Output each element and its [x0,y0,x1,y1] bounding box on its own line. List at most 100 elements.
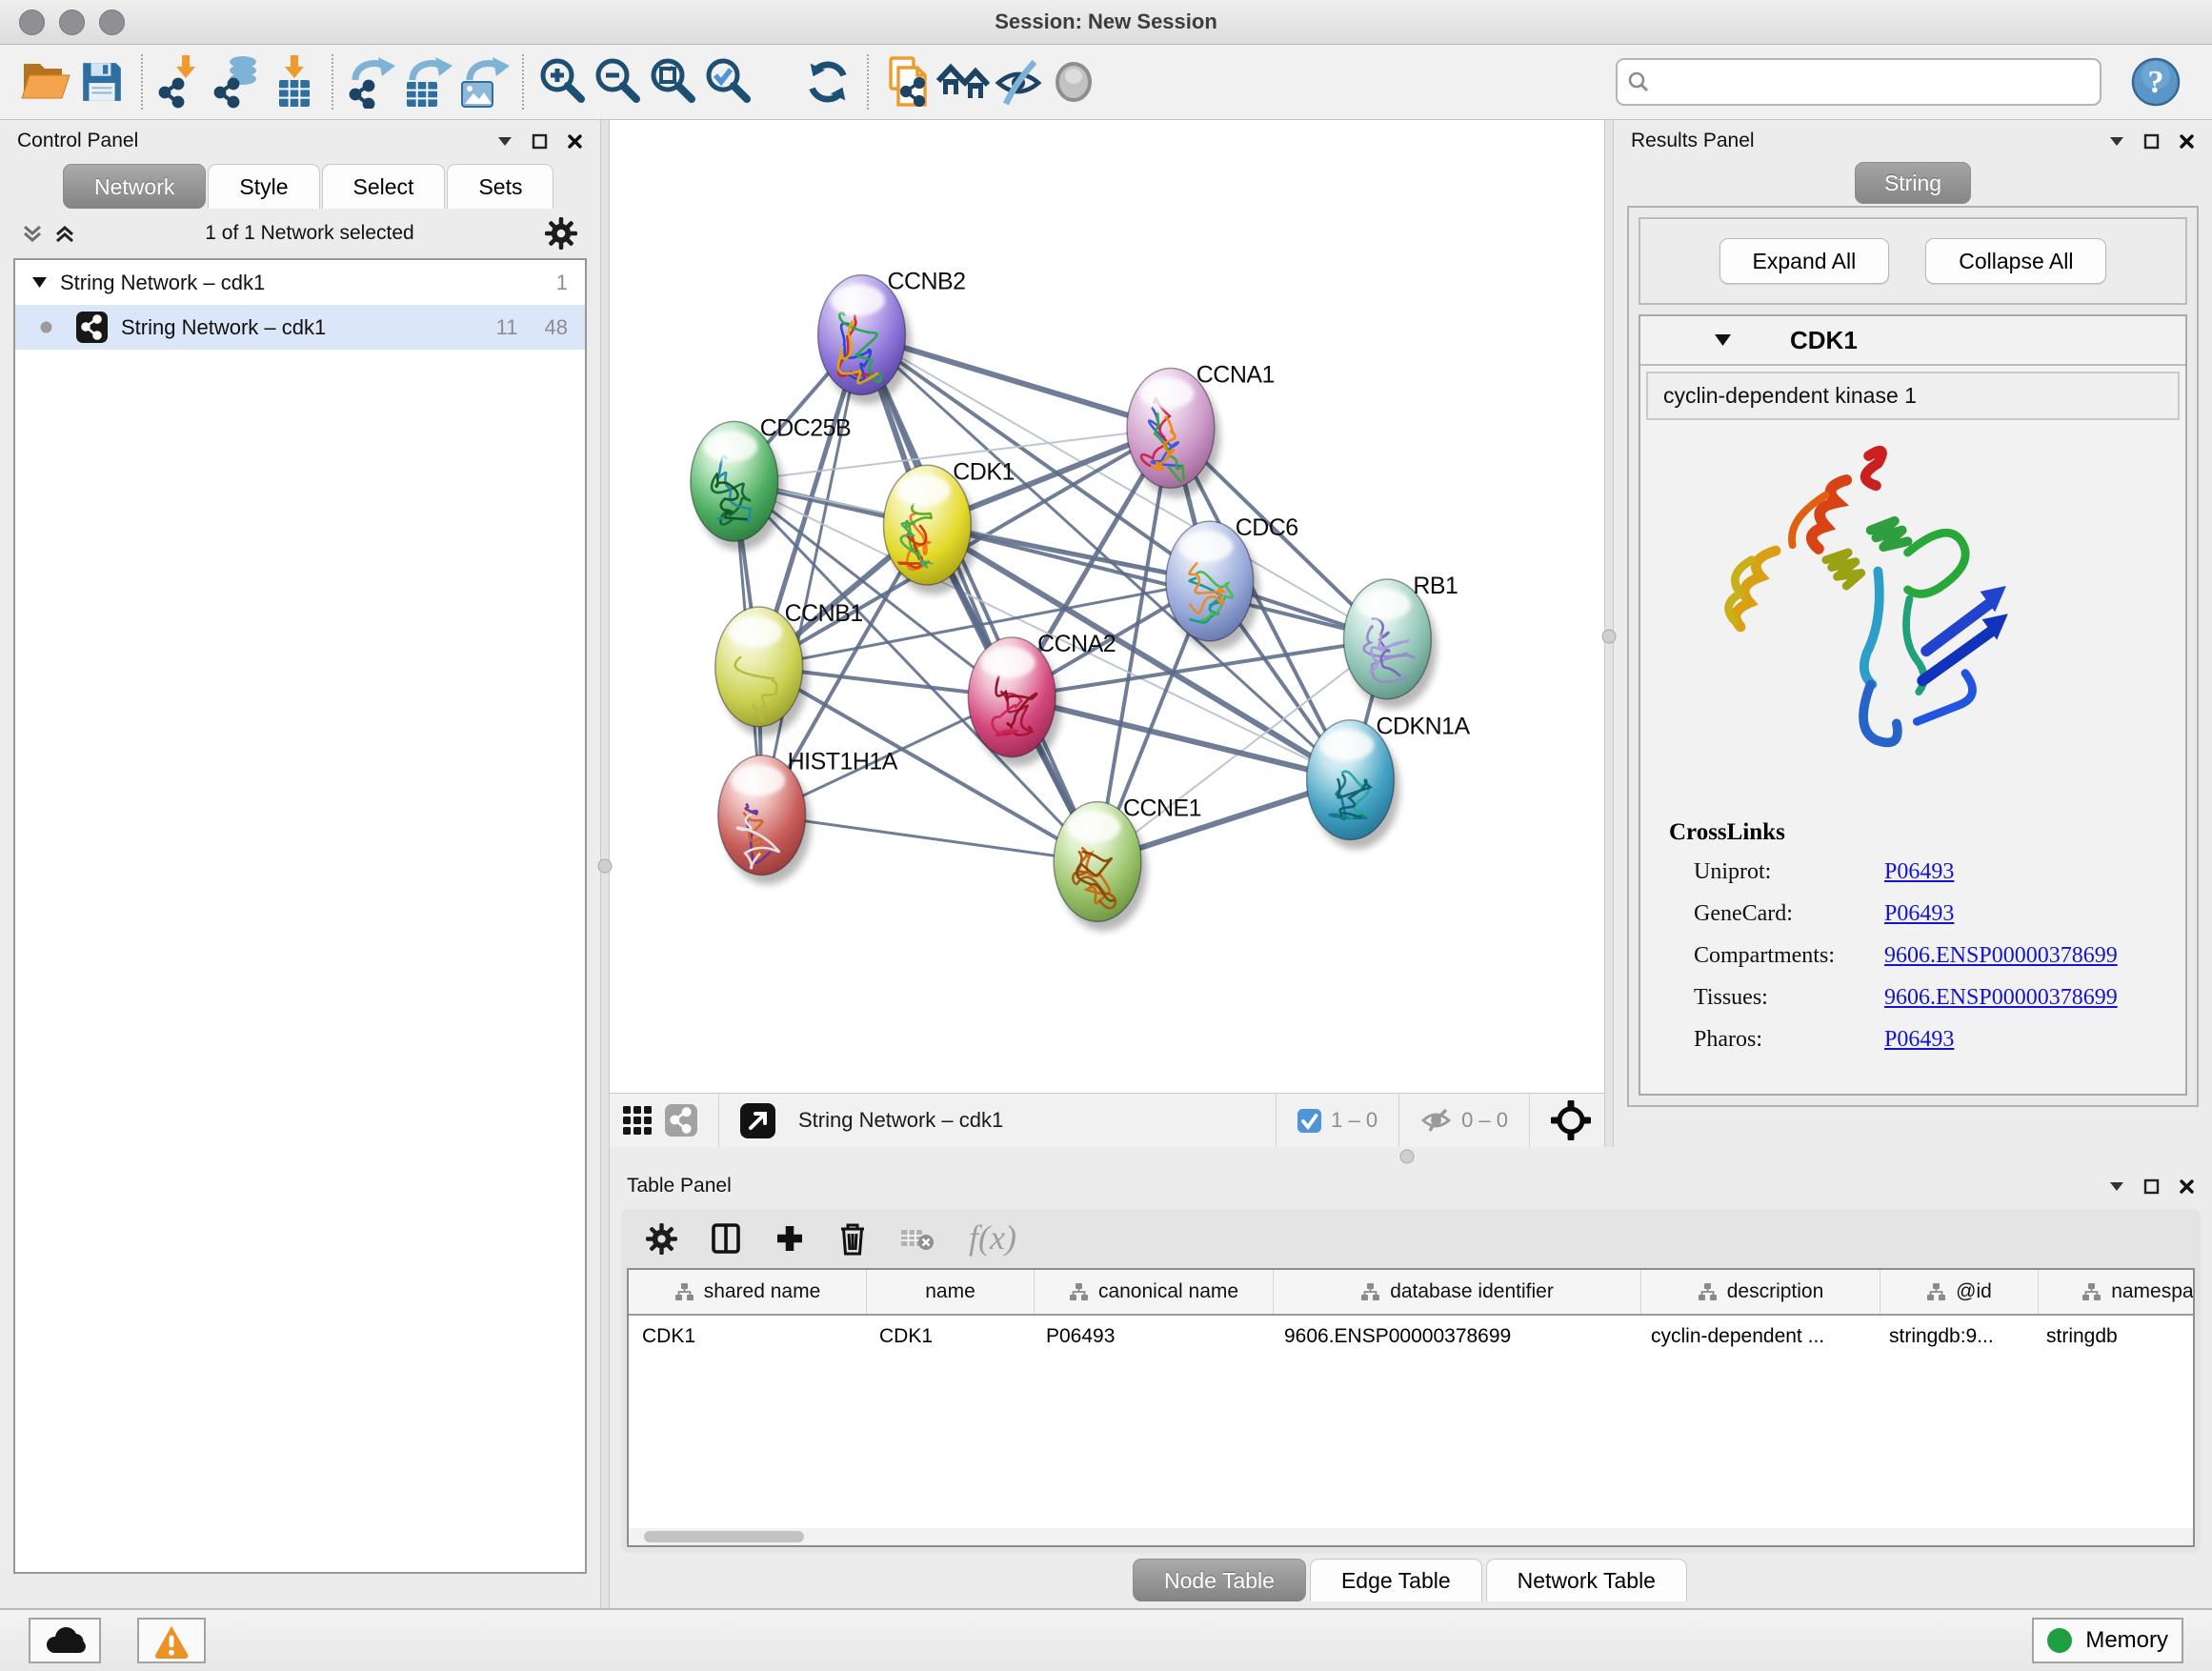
column-header-database-identifier[interactable]: database identifier [1274,1270,1641,1314]
minimize-window-button[interactable] [59,10,85,35]
control-panel-float-button[interactable] [532,133,548,150]
splitter-grip[interactable] [598,859,613,874]
results-panel-float-button[interactable] [2143,133,2160,150]
show-all-button[interactable] [1046,52,1101,111]
table-cell[interactable]: CDK1 [629,1325,866,1348]
zoom-out-button[interactable] [591,52,646,111]
network-mode-button[interactable] [665,1104,697,1137]
left-splitter[interactable] [600,120,610,1608]
collapse-entry-icon[interactable] [1715,334,1731,346]
open-in-window-button[interactable] [740,1103,775,1138]
network-collection-row[interactable]: String Network – cdk1 1 [15,260,585,305]
add-button[interactable] [774,1223,805,1254]
export-network-button[interactable] [345,52,400,111]
table-row[interactable]: CDK1CDK1P064939606.ENSP00000378699cyclin… [629,1316,2193,1358]
column-header-description[interactable]: description [1641,1270,1880,1314]
column-header-name[interactable]: name [867,1270,1035,1314]
tab-sets[interactable]: Sets [447,164,553,209]
results-panel-close-button[interactable] [2179,133,2195,150]
zoom-selected-button[interactable] [701,52,756,111]
expand-all-button[interactable]: Expand All [1719,238,1890,284]
splitter-grip[interactable] [1400,1149,1415,1163]
zoom-fit-button[interactable] [646,52,701,111]
table-panel-close-button[interactable] [2179,1178,2195,1195]
warning-icon [152,1623,191,1659]
save-session-button[interactable] [74,52,130,111]
export-image-button[interactable] [455,52,511,111]
open-session-button[interactable] [19,52,74,111]
zoom-in-button[interactable] [535,52,591,111]
crosslink-link[interactable]: 9606.ENSP00000378699 [1884,985,2118,1011]
search-input[interactable] [1658,70,2090,94]
crosslink-link[interactable]: P06493 [1884,1027,1954,1053]
tab-style[interactable]: Style [208,164,319,209]
import-table-button[interactable] [265,52,320,111]
home-button[interactable] [935,52,991,111]
scrollbar-thumb[interactable] [644,1531,804,1542]
table-cell[interactable]: 9606.ENSP00000378699 [1271,1325,1638,1348]
collection-label: String Network – cdk1 [60,271,265,295]
table-cell[interactable]: cyclin-dependent ... [1638,1325,1876,1348]
control-panel-close-button[interactable] [567,133,583,150]
splitter-grip[interactable] [1602,630,1617,644]
network-row[interactable]: String Network – cdk1 11 48 [15,305,585,350]
crosslink-link[interactable]: P06493 [1884,901,1954,927]
search-box[interactable] [1616,58,2101,106]
tab-edge-table[interactable]: Edge Table [1310,1559,1482,1601]
node-table[interactable]: shared namenamecanonical namedatabase id… [627,1268,2195,1547]
label-CDC6: CDC6 [1236,514,1298,541]
control-panel-menu-button[interactable] [497,136,513,147]
collapse-all-tree-button[interactable] [23,225,42,243]
tab-node-table[interactable]: Node Table [1133,1559,1306,1601]
collapse-all-button[interactable]: Collapse All [1925,238,2106,284]
tab-select[interactable]: Select [322,164,446,209]
clone-network-icon [881,55,935,109]
selected-checkbox[interactable] [1297,1109,1321,1133]
table-panel-float-button[interactable] [2143,1178,2160,1195]
grid-mode-button[interactable] [623,1106,652,1135]
right-splitter[interactable] [1604,120,1614,1147]
disclosure-triangle-icon[interactable] [32,277,47,288]
edge-HIST1H1A-CCNE1[interactable] [762,815,1097,862]
bottom-splitter[interactable] [610,1147,2212,1165]
birdseye-view-button[interactable] [1551,1100,1591,1140]
memory-button[interactable]: Memory [2032,1618,2183,1663]
edge-CCNB2-HIST1H1A[interactable] [762,335,862,815]
network-canvas[interactable]: CCNB2CCNA1CDC25BCDK1CDC6RB1CCNB1CCNA2CDK… [610,120,1604,1093]
table-panel-menu-button[interactable] [2109,1181,2124,1192]
expand-all-tree-button[interactable] [55,225,74,243]
tab-string[interactable]: String [1855,162,1971,204]
tab-network-table[interactable]: Network Table [1486,1559,1687,1601]
results-panel-menu-button[interactable] [2109,136,2124,147]
help-button[interactable]: ? [2128,52,2183,111]
trash-button[interactable] [837,1221,868,1256]
hide-selected-button[interactable] [991,52,1046,111]
crosslink-row: GeneCard: P06493 [1694,901,2185,927]
cloud-status-button[interactable] [29,1618,101,1663]
edge-CCNB2-CCNE1[interactable] [862,335,1098,862]
export-table-button[interactable] [400,52,455,111]
import-network-file-button[interactable] [154,52,210,111]
clone-network-button[interactable] [880,52,935,111]
table-cell[interactable]: CDK1 [866,1325,1033,1348]
gear-button[interactable] [646,1223,677,1255]
tab-network[interactable]: Network [63,164,206,209]
table-cell[interactable]: stringdb [2033,1325,2195,1348]
import-network-database-button[interactable] [210,52,265,111]
table-horizontal-scrollbar[interactable] [629,1528,2193,1545]
crosslink-link[interactable]: P06493 [1884,859,1954,885]
cdk1-entry-header[interactable]: CDK1 [1640,316,2185,366]
refresh-button[interactable] [800,52,855,111]
warning-status-button[interactable] [137,1618,206,1663]
column-button[interactable] [710,1222,742,1255]
column-header-shared-name[interactable]: shared name [629,1270,867,1314]
table-cell[interactable]: P06493 [1033,1325,1271,1348]
column-header-namespace[interactable]: namespace [2039,1270,2195,1314]
network-options-gear-button[interactable] [545,217,577,250]
column-header--id[interactable]: @id [1880,1270,2039,1314]
close-window-button[interactable] [19,10,45,35]
column-header-canonical-name[interactable]: canonical name [1035,1270,1274,1314]
zoom-window-button[interactable] [99,10,125,35]
table-cell[interactable]: stringdb:9... [1876,1325,2033,1348]
crosslink-link[interactable]: 9606.ENSP00000378699 [1884,943,2118,969]
